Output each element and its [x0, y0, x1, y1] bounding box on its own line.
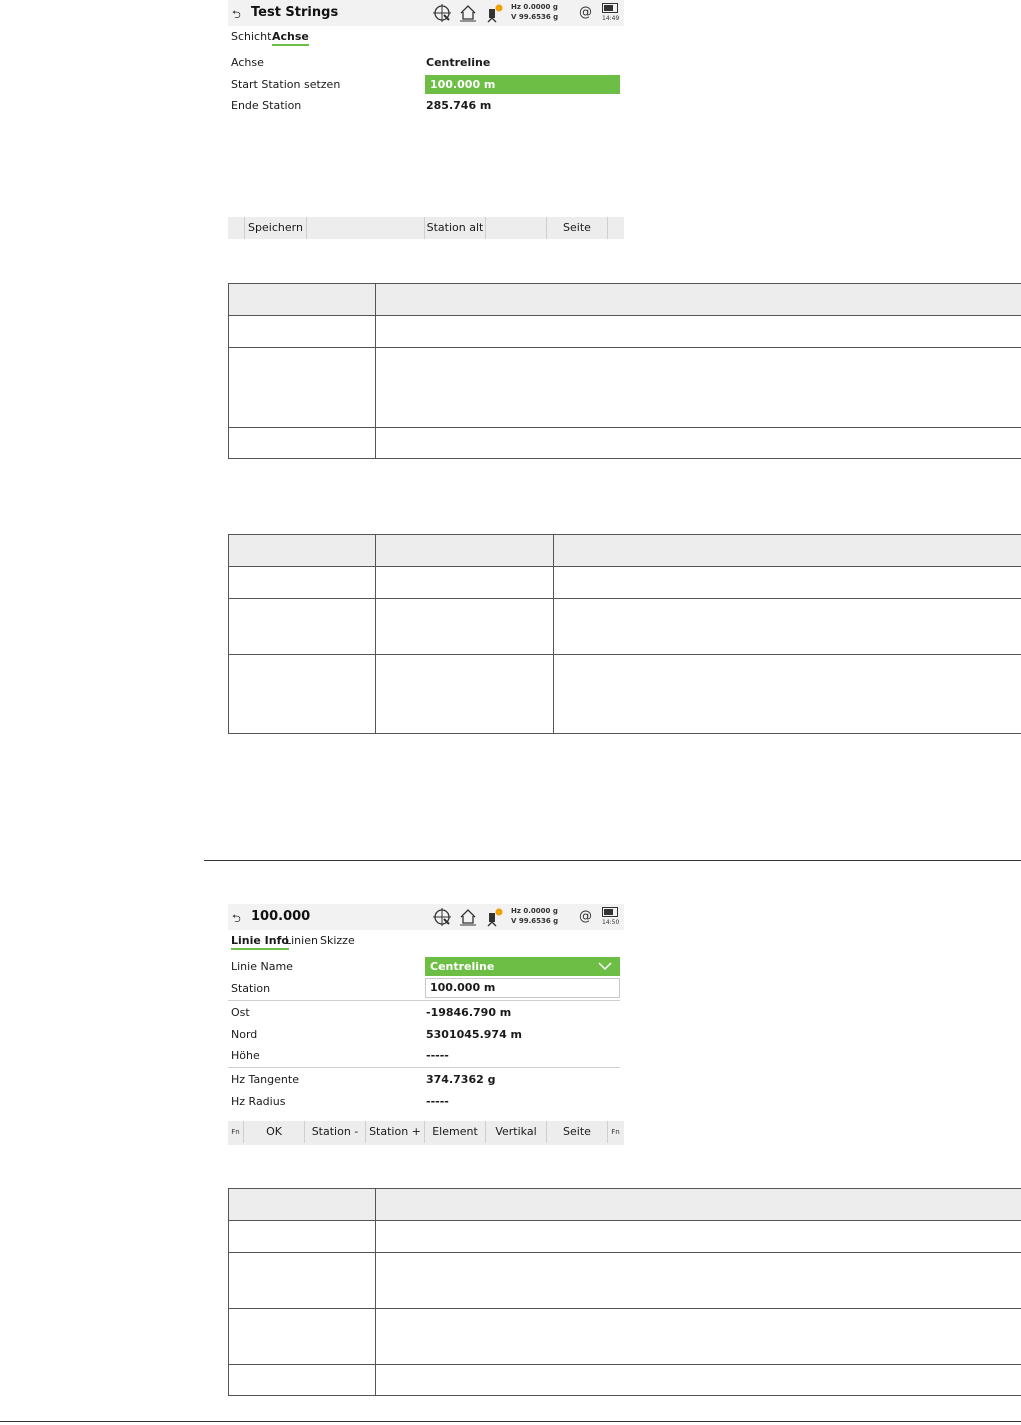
field-label-linie-name: Linie Name [231, 960, 293, 973]
device-screen-1: ⮌ Test Strings Hz 0.0000 g V 99.6536 g @… [228, 0, 624, 240]
field-label-hz-tangente: Hz Tangente [231, 1073, 299, 1086]
field-value-ende-station: 285.746 m [426, 99, 492, 112]
at-icon: @ [579, 909, 592, 924]
field-label-hoehe: Höhe [231, 1049, 260, 1062]
screen-title: Test Strings [251, 5, 339, 20]
status-icons [432, 3, 504, 23]
tab-bar: Schicht Achse [228, 26, 624, 48]
fn-left-button[interactable]: Fn [228, 1121, 244, 1143]
station-minus-button[interactable]: Station - [305, 1121, 366, 1143]
tab-achse[interactable]: Achse [272, 30, 309, 46]
v-value: V 99.6536 g [511, 13, 559, 21]
field-label-achse: Achse [231, 56, 264, 69]
start-station-value: 100.000 m [430, 78, 496, 91]
field-label-start-station: Start Station setzen [231, 78, 341, 91]
seite-button[interactable]: Seite [547, 217, 608, 239]
table-row [228, 427, 1021, 459]
field-label-station: Station [231, 982, 271, 995]
screen-title: 100.000 [251, 909, 311, 924]
crosshair-icon [433, 908, 451, 926]
divider [228, 1000, 620, 1001]
home-icon [460, 5, 476, 22]
table-row [228, 1252, 1021, 1309]
device-screen-2: ⮌ 100.000 Hz 0.0000 g V 99.6536 g @ 14:5… [228, 904, 624, 1146]
table-row [228, 566, 1021, 599]
crosshair-icon [433, 4, 451, 22]
status-icons [432, 907, 504, 927]
field-value-hz-tangente: 374.7362 g [426, 1073, 496, 1086]
instrument-warning-icon [487, 908, 503, 927]
tab-bar: Linie Info Linien Skizze [228, 930, 624, 952]
tab-linie-info[interactable]: Linie Info [231, 934, 289, 950]
divider [228, 1067, 620, 1068]
field-label-ost: Ost [231, 1006, 250, 1019]
linie-name-select[interactable]: Centreline [425, 957, 620, 976]
field-value-hz-radius: ----- [426, 1095, 449, 1108]
vertikal-button[interactable]: Vertikal [486, 1121, 547, 1143]
table-row [228, 1308, 1021, 1365]
hz-value: Hz 0.0000 g [511, 3, 558, 11]
back-arrow-icon[interactable]: ⮌ [232, 910, 241, 929]
field-value-ost: -19846.790 m [426, 1006, 512, 1019]
ok-button[interactable]: OK [244, 1121, 305, 1143]
station-alt-button[interactable]: Station alt [425, 217, 486, 239]
angle-readout: Hz 0.0000 g V 99.6536 g [511, 2, 558, 22]
seite-button[interactable]: Seite [547, 1121, 608, 1143]
hz-value: Hz 0.0000 g [511, 907, 558, 915]
softkey-bar: Speichern Station alt Seite [228, 217, 624, 239]
battery-icon: 14:50 [602, 907, 620, 927]
table-header-cell [375, 534, 554, 567]
table-header-cell [553, 534, 1021, 567]
tab-skizze[interactable]: Skizze [320, 934, 355, 947]
field-value-nord: 5301045.974 m [426, 1028, 523, 1041]
fn-right-button[interactable]: Fn [608, 1121, 623, 1143]
home-icon [460, 909, 476, 926]
table-row [228, 1364, 1021, 1396]
description-table-3 [228, 1188, 1021, 1396]
field-label-hz-radius: Hz Radius [231, 1095, 286, 1108]
instrument-warning-icon [487, 4, 503, 23]
field-label-nord: Nord [231, 1028, 258, 1041]
field-label-ende-station: Ende Station [231, 99, 302, 112]
table-row [228, 1220, 1021, 1253]
back-arrow-icon[interactable]: ⮌ [232, 6, 241, 25]
description-table-1 [228, 283, 1021, 459]
battery-icon: 14:49 [602, 3, 620, 23]
clock-time: 14:49 [602, 15, 620, 22]
table-header-cell [228, 283, 376, 316]
tab-linien[interactable]: Linien [285, 934, 318, 947]
station-plus-button[interactable]: Station + [366, 1121, 425, 1143]
table-row [228, 315, 1021, 348]
table-header-cell [375, 283, 1021, 316]
page-footer-rule [0, 1421, 1021, 1422]
table-header-cell [228, 1188, 376, 1221]
tab-schicht[interactable]: Schicht [231, 30, 271, 43]
screen-header: ⮌ Test Strings Hz 0.0000 g V 99.6536 g @… [228, 0, 624, 26]
station-value: 100.000 m [430, 981, 496, 994]
angle-readout: Hz 0.0000 g V 99.6536 g [511, 906, 558, 926]
table-row [228, 347, 1021, 428]
softkey-bar: Fn OK Station - Station + Element Vertik… [228, 1121, 624, 1145]
clock-time: 14:50 [602, 919, 620, 926]
speichern-button[interactable]: Speichern [244, 217, 307, 239]
table-header-cell [228, 534, 376, 567]
section-divider [204, 860, 1021, 861]
v-value: V 99.6536 g [511, 917, 559, 925]
table-row [228, 654, 1021, 734]
softkey-empty [486, 217, 547, 239]
screen-header: ⮌ 100.000 Hz 0.0000 g V 99.6536 g @ 14:5… [228, 904, 624, 930]
chevron-down-icon [598, 962, 612, 971]
linie-name-value: Centreline [430, 960, 495, 973]
at-icon: @ [579, 5, 592, 20]
field-value-achse[interactable]: Centreline [426, 56, 490, 69]
description-table-2 [228, 534, 1021, 734]
softkey-empty [306, 217, 425, 239]
element-button[interactable]: Element [425, 1121, 486, 1143]
table-row [228, 598, 1021, 655]
field-value-hoehe: ----- [426, 1049, 449, 1062]
table-header-cell [375, 1188, 1021, 1221]
start-station-input[interactable]: 100.000 m [425, 75, 620, 94]
station-input[interactable]: 100.000 m [425, 978, 620, 998]
